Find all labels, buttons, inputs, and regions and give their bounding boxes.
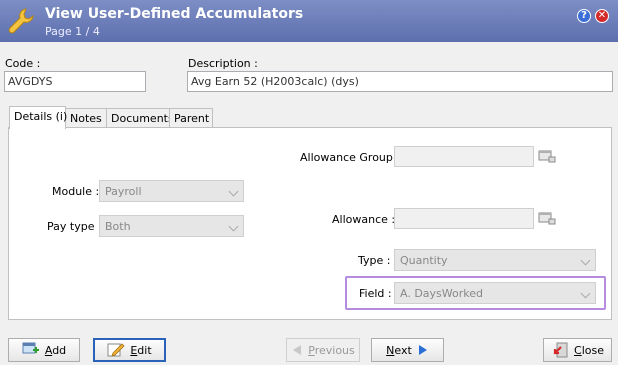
next-button[interactable]: Next (371, 338, 444, 362)
previous-button[interactable]: Previous (286, 338, 360, 362)
page-indicator: Page 1 / 4 (45, 25, 100, 38)
wrench-icon (8, 8, 34, 34)
module-select[interactable]: Payroll (99, 180, 244, 202)
pay-type-label: Pay type : (47, 220, 102, 233)
add-button[interactable]: Add (8, 338, 80, 362)
allowance-group-label: Allowance Group : (300, 151, 401, 164)
lookup-icon[interactable] (538, 149, 556, 163)
type-label: Type : (358, 254, 391, 267)
chevron-down-icon (580, 288, 591, 299)
add-icon (22, 342, 39, 354)
chevron-down-icon (228, 221, 239, 232)
field-select[interactable]: A. DaysWorked (394, 282, 596, 304)
tab-parent[interactable]: Parent (169, 108, 213, 128)
edit-button[interactable]: Edit (93, 338, 166, 362)
type-value: Quantity (400, 254, 448, 267)
exit-icon (553, 342, 568, 358)
title-bar: View User-Defined Accumulators Page 1 / … (0, 0, 618, 42)
chevron-down-icon (228, 186, 239, 197)
close-button[interactable]: Close (543, 338, 612, 362)
chevron-down-icon (580, 255, 591, 266)
arrow-left-icon (293, 345, 302, 355)
code-field[interactable]: AVGDYS (4, 71, 146, 92)
window-title: View User-Defined Accumulators (45, 6, 304, 22)
field-label: Field : (359, 287, 392, 300)
field-value: A. DaysWorked (400, 287, 483, 300)
tab-details[interactable]: Details (i) (9, 106, 67, 129)
description-label: Description : (188, 57, 258, 70)
lookup-icon[interactable] (538, 211, 556, 225)
module-label: Module : (52, 185, 100, 198)
module-value: Payroll (105, 185, 142, 198)
allowance-label: Allowance : (332, 213, 396, 226)
tab-notes[interactable]: Notes (65, 108, 107, 128)
allowance-group-input[interactable] (394, 146, 534, 167)
description-field[interactable]: Avg Earn 52 (H2003calc) (dys) (187, 71, 613, 92)
pay-type-value: Both (105, 220, 131, 233)
tab-documents[interactable]: Documents (106, 108, 174, 128)
edit-icon (107, 343, 125, 357)
help-icon[interactable]: ? (577, 9, 591, 23)
allowance-input[interactable] (394, 208, 534, 229)
arrow-right-icon (418, 345, 427, 355)
code-label: Code : (5, 57, 41, 70)
close-icon[interactable]: ✕ (595, 9, 609, 23)
type-select[interactable]: Quantity (394, 249, 596, 271)
pay-type-select[interactable]: Both (99, 215, 244, 237)
